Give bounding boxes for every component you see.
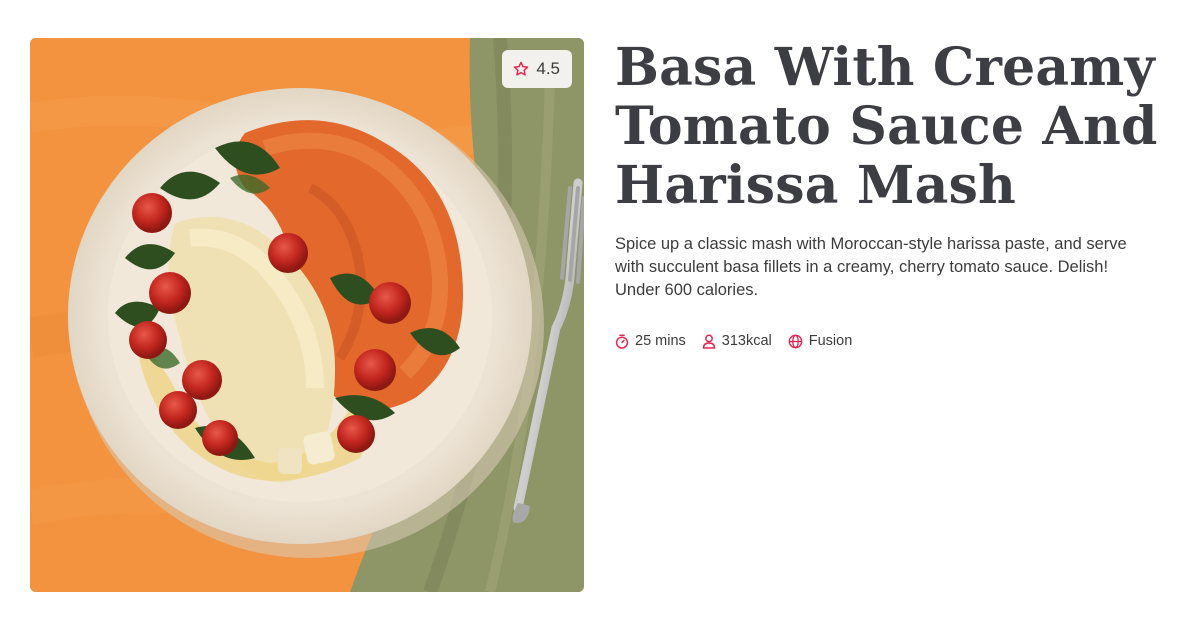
recipe-meta: 25 mins 313kcal Fusion <box>615 333 1160 349</box>
globe-icon <box>788 334 803 349</box>
recipe-details: Basa With Creamy Tomato Sauce And Hariss… <box>615 38 1160 349</box>
timer-icon <box>615 333 629 349</box>
recipe-image[interactable]: 4.5 <box>30 38 584 592</box>
meta-calories: 313kcal <box>702 333 772 349</box>
meta-time-label: 25 mins <box>635 333 686 349</box>
recipe-description: Spice up a classic mash with Moroccan-st… <box>615 235 1127 299</box>
meta-calories-label: 313kcal <box>721 333 772 349</box>
rating-value: 4.5 <box>536 59 560 78</box>
meta-cuisine-label: Fusion <box>808 333 853 349</box>
star-icon <box>512 60 530 78</box>
recipe-title: Basa With Creamy Tomato Sauce And Hariss… <box>615 37 1158 216</box>
meta-cuisine: Fusion <box>788 333 853 349</box>
person-icon <box>702 334 716 349</box>
recipe-page: 4.5 Basa With Creamy Tomato Sauce And Ha… <box>0 0 1200 630</box>
meta-time: 25 mins <box>615 333 686 349</box>
recipe-photo-illustration <box>30 38 584 592</box>
rating-badge: 4.5 <box>502 50 572 88</box>
